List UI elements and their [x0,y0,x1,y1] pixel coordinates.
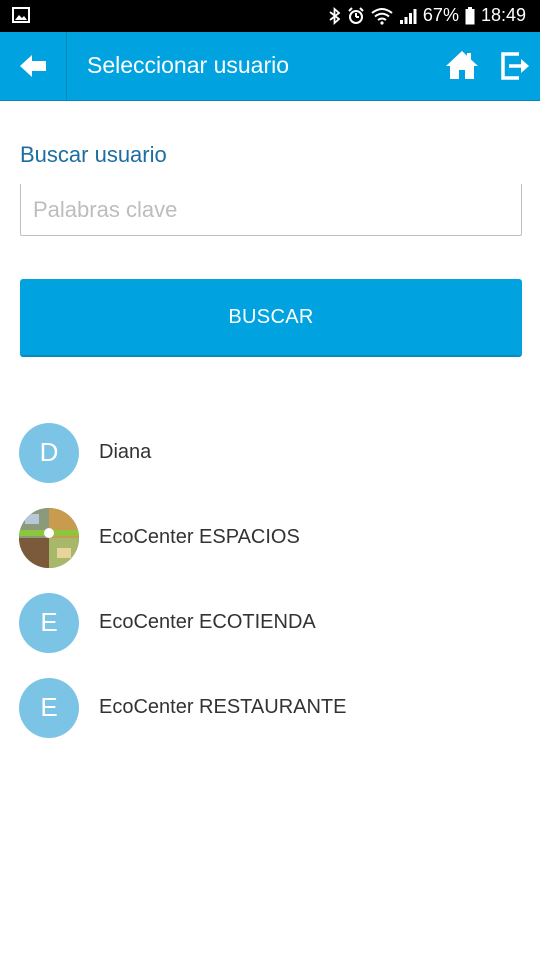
user-name: EcoCenter ECOTIENDA [99,611,316,633]
page-title: Seleccionar usuario [87,52,290,78]
signal-icon [399,8,417,24]
app-bar: Seleccionar usuario [0,32,540,101]
exit-button[interactable] [500,51,530,81]
bluetooth-icon [329,6,341,25]
clock: 18:49 [480,5,526,25]
status-bar: 67% 18:49 [0,0,540,32]
alarm-icon [347,6,365,25]
exit-icon [501,52,529,80]
home-button[interactable] [445,50,479,84]
user-item-diana[interactable]: D Diana [0,410,540,495]
user-item-ecocenter-ecotienda[interactable]: E EcoCenter ECOTIENDA [0,580,540,665]
battery-icon [465,6,475,25]
search-input[interactable] [20,184,522,236]
avatar: D [19,422,79,483]
avatar: E [19,592,79,653]
home-icon [446,51,478,79]
user-item-ecocenter-espacios[interactable]: EcoCenter ESPACIOS [0,495,540,580]
avatar: E [19,677,79,738]
user-name: Diana [99,441,152,463]
wifi-icon [371,7,393,25]
search-label: Buscar usuario [20,142,167,167]
back-button[interactable] [0,32,67,100]
search-button[interactable]: BUSCAR [20,279,522,357]
image-icon [12,7,30,28]
user-name: EcoCenter RESTAURANTE [99,696,347,718]
user-item-ecocenter-restaurante[interactable]: E EcoCenter RESTAURANTE [0,665,540,750]
user-name: EcoCenter ESPACIOS [99,526,300,548]
arrow-left-icon [20,55,46,77]
battery-percent: 67% [422,5,459,25]
avatar-photo [19,507,79,568]
user-list: D Diana EcoCenter ESPACIOS E EcoCenter E… [0,410,540,750]
